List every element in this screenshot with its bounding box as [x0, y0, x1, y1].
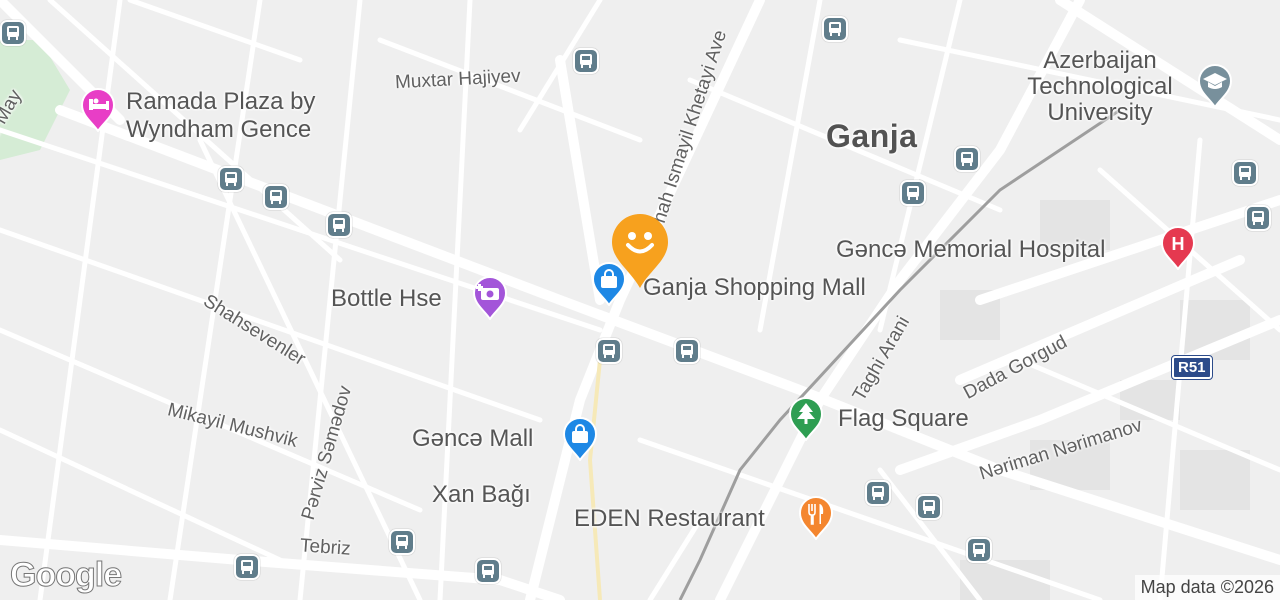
route-shield-r51: R51 — [1171, 355, 1213, 380]
bus-stop-icon[interactable] — [263, 184, 289, 210]
bus-stop-icon[interactable] — [234, 554, 260, 580]
poi-label-flag-square[interactable]: Flag Square — [838, 407, 969, 431]
google-logo: Google — [9, 556, 122, 595]
bus-stop-icon[interactable] — [916, 494, 942, 520]
bus-stop-icon[interactable] — [326, 212, 352, 238]
bus-stop-icon[interactable] — [900, 180, 926, 206]
map-attribution[interactable]: Map data ©2026 — [1134, 575, 1280, 600]
bus-stop-icon[interactable] — [475, 558, 501, 584]
bus-stop-icon[interactable] — [966, 537, 992, 563]
graduation-cap-icon[interactable] — [1197, 64, 1233, 109]
camera-icon[interactable] — [472, 276, 508, 321]
area-label-xan-bagi[interactable]: Xan Bağı — [432, 483, 531, 507]
hospital-icon[interactable]: H — [1160, 226, 1196, 271]
poi-label-bottle-hse[interactable]: Bottle Hse — [331, 287, 442, 311]
poi-label-university[interactable]: Azerbaijan Technological University — [1010, 48, 1190, 126]
bus-stop-icon[interactable] — [0, 20, 26, 46]
map-view[interactable]: 28 May Muxtar Hajiyev Shah Ismayil Kheta… — [0, 0, 1280, 600]
bus-stop-icon[interactable] — [1245, 205, 1271, 231]
city-label-ganja[interactable]: Ganja — [826, 120, 917, 152]
fork-knife-icon[interactable] — [798, 496, 834, 541]
shopping-bag-icon[interactable] — [562, 417, 598, 462]
smiley-location-marker-icon[interactable] — [608, 212, 672, 290]
bus-stop-icon[interactable] — [954, 146, 980, 172]
bus-stop-icon[interactable] — [822, 16, 848, 42]
bus-stop-icon[interactable] — [1232, 160, 1258, 186]
poi-label-eden-restaurant[interactable]: EDEN Restaurant — [574, 507, 765, 531]
road-label-tebriz: Tebriz — [299, 535, 352, 560]
bus-stop-icon[interactable] — [389, 529, 415, 555]
bus-stop-icon[interactable] — [596, 338, 622, 364]
poi-label-ramada[interactable]: Ramada Plaza by Wyndham Gence — [126, 88, 356, 144]
bus-stop-icon[interactable] — [674, 338, 700, 364]
bus-stop-icon[interactable] — [573, 48, 599, 74]
tree-icon[interactable] — [788, 397, 824, 442]
svg-text:H: H — [1172, 234, 1185, 254]
poi-label-hospital[interactable]: Gəncə Memorial Hospital — [836, 238, 1105, 262]
bus-stop-icon[interactable] — [218, 166, 244, 192]
poi-label-ganja-shopping-mall[interactable]: Ganja Shopping Mall — [643, 276, 866, 300]
bus-stop-icon[interactable] — [865, 480, 891, 506]
poi-label-gence-mall[interactable]: Gəncə Mall — [412, 427, 533, 451]
hotel-icon[interactable] — [80, 88, 116, 133]
